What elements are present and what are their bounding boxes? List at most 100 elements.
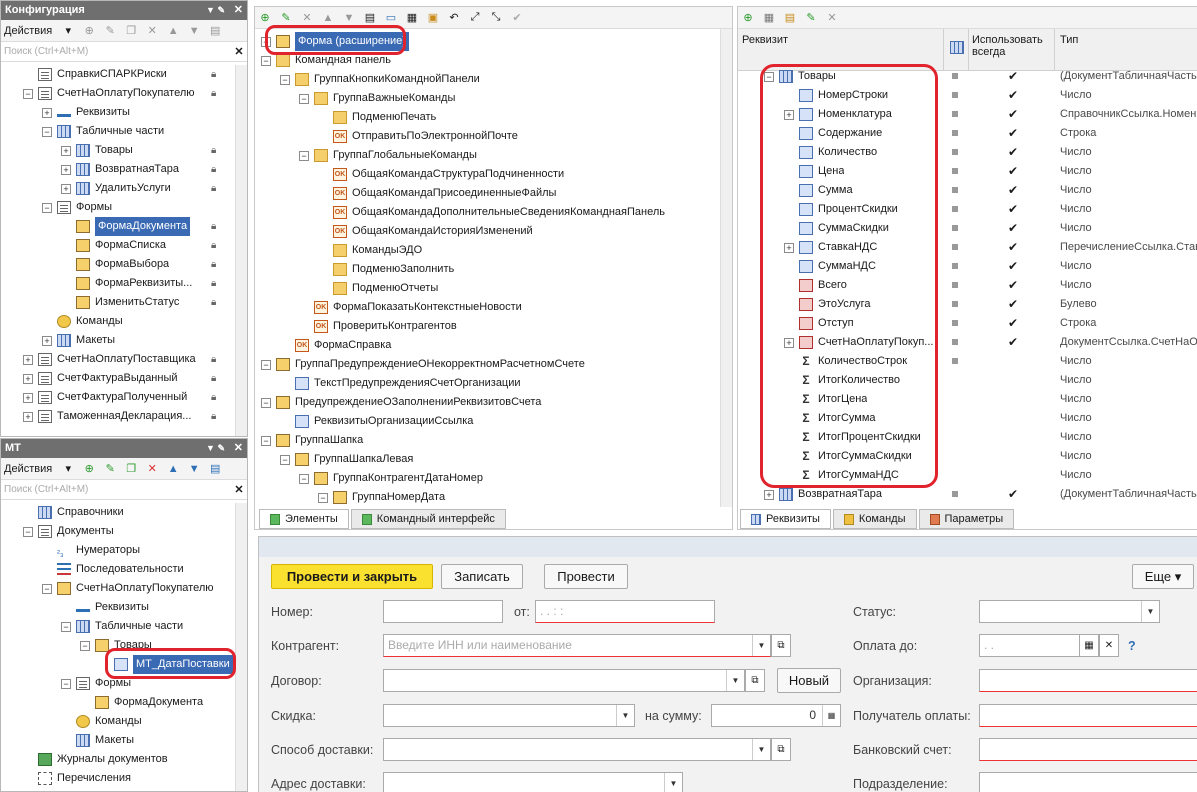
- tree-row[interactable]: Макеты: [23, 731, 233, 750]
- calculator-icon[interactable]: ▦: [822, 705, 840, 726]
- edit-icon[interactable]: ✎: [279, 11, 293, 25]
- collapse-icon[interactable]: −: [261, 397, 271, 408]
- tree-row[interactable]: ФормаСписка 🔒︎: [23, 236, 233, 255]
- collapse-icon[interactable]: −: [261, 359, 271, 370]
- collapse-icon[interactable]: −: [299, 150, 309, 161]
- tree-row[interactable]: − СчетНаОплатуПокупателю: [23, 579, 233, 598]
- chevron-down-icon[interactable]: ▼: [664, 773, 682, 792]
- collapse-icon[interactable]: −: [42, 202, 52, 213]
- scrollbar[interactable]: [235, 65, 247, 436]
- expand-icon[interactable]: +: [61, 183, 71, 194]
- expand-icon[interactable]: +: [784, 109, 794, 120]
- resize-icon[interactable]: ⤢: [468, 11, 482, 25]
- post-button[interactable]: Провести: [544, 564, 628, 589]
- pin-icon[interactable]: ▼ ✎: [206, 439, 225, 458]
- use-always-checkbox[interactable]: ✔: [1008, 105, 1018, 124]
- expand-icon[interactable]: +: [61, 164, 71, 175]
- tree-row[interactable]: − ГруппаПредупреждениеОНекорректномРасчет…: [261, 355, 721, 374]
- tree-row[interactable]: − ГруппаШапкаЛевая: [261, 450, 721, 469]
- dogovor-input[interactable]: ▼: [383, 669, 745, 692]
- tree-row[interactable]: Цена ✔ Число: [738, 162, 1197, 181]
- tree-row[interactable]: − ГруппаШапка: [261, 431, 721, 450]
- expand-icon[interactable]: +: [61, 145, 71, 156]
- actions-menu[interactable]: Действия: [4, 25, 52, 37]
- clear-icon[interactable]: ✕: [1099, 634, 1119, 657]
- edit-icon[interactable]: ✎: [103, 462, 117, 476]
- column-name-header[interactable]: Реквизит: [742, 34, 788, 46]
- close-icon[interactable]: ✕: [234, 1, 243, 20]
- help-icon[interactable]: ?: [1128, 639, 1136, 653]
- use-always-checkbox[interactable]: ✔: [1008, 485, 1018, 504]
- collapse-icon[interactable]: −: [299, 93, 309, 104]
- tree-row[interactable]: ФормаРеквизиты... 🔒︎: [23, 274, 233, 293]
- date-input[interactable]: . . : :: [535, 600, 715, 623]
- use-always-checkbox[interactable]: ✔: [1008, 162, 1018, 181]
- tree-row[interactable]: СуммаНДС ✔ Число: [738, 257, 1197, 276]
- tree-row[interactable]: − ГруппаНомерДата: [261, 488, 721, 507]
- tree-row[interactable]: − Документы: [23, 522, 233, 541]
- scrollbar[interactable]: [235, 503, 247, 791]
- use-always-checkbox[interactable]: ✔: [1008, 314, 1018, 333]
- skidka-input[interactable]: ▼: [383, 704, 635, 727]
- scrollbar[interactable]: [720, 29, 732, 507]
- tab-commands[interactable]: Команды: [832, 509, 917, 529]
- collapse-icon[interactable]: −: [299, 473, 309, 484]
- collapse-icon[interactable]: −: [280, 454, 290, 465]
- post-and-close-button[interactable]: Провести и закрыть: [271, 564, 433, 589]
- tree-row[interactable]: − Товары ✔ (ДокументТабличнаяЧасть: [738, 67, 1197, 86]
- tree-row[interactable]: + СчетФактураПолученный 🔒︎: [23, 388, 233, 407]
- tree-row[interactable]: Справочники: [23, 503, 233, 522]
- bank-input[interactable]: [979, 738, 1197, 761]
- tree-row[interactable]: OK ОбщаяКомандаСтруктураПодчиненности: [261, 165, 721, 184]
- delete-icon[interactable]: ✕: [145, 462, 159, 476]
- tree-row[interactable]: + ВозвратнаяТара ✔ (ДокументТабличнаяЧасть: [738, 485, 1197, 504]
- expand-icon[interactable]: +: [23, 411, 33, 422]
- actions-menu[interactable]: Действия: [4, 463, 52, 475]
- tree-row[interactable]: − Формы: [23, 674, 233, 693]
- tree-row[interactable]: − ГруппаВажныеКоманды: [261, 89, 721, 108]
- close-icon[interactable]: ✕: [234, 439, 243, 458]
- tree-row[interactable]: Команды: [23, 312, 233, 331]
- poluchatel-input[interactable]: [979, 704, 1197, 727]
- tree-row[interactable]: + Номенклатура ✔ СправочникСсылка.Номен: [738, 105, 1197, 124]
- collapse-icon[interactable]: −: [261, 55, 271, 66]
- tree-row[interactable]: − СчетНаОплатуПокупателю 🔒︎: [23, 84, 233, 103]
- adres-input[interactable]: ▼: [383, 772, 683, 792]
- org-input[interactable]: [979, 669, 1197, 692]
- tree-row[interactable]: ПодменюОтчеты: [261, 279, 721, 298]
- tree-row[interactable]: − ПредупреждениеОЗаполненииРеквизитовСчет…: [261, 393, 721, 412]
- tree-row[interactable]: − Формы: [23, 198, 233, 217]
- tree-row[interactable]: ПроцентСкидки ✔ Число: [738, 200, 1197, 219]
- tree-row[interactable]: − ГруппаГлобальныеКоманды: [261, 146, 721, 165]
- use-always-checkbox[interactable]: ✔: [1008, 219, 1018, 238]
- tree-row[interactable]: Команды: [23, 712, 233, 731]
- display-icon[interactable]: ▭: [384, 11, 398, 25]
- tab-attributes[interactable]: Реквизиты: [740, 509, 831, 529]
- more-button[interactable]: Еще ▾: [1132, 564, 1194, 589]
- tree-row[interactable]: ФормаДокумента: [23, 693, 233, 712]
- chevron-down-icon[interactable]: ▼: [752, 635, 770, 656]
- chevron-down-icon[interactable]: ▼: [1141, 601, 1159, 622]
- sposob-input[interactable]: ▼: [383, 738, 771, 761]
- collapse-icon[interactable]: −: [23, 526, 33, 537]
- new-button[interactable]: Новый: [777, 668, 841, 693]
- tree-row[interactable]: СуммаСкидки ✔ Число: [738, 219, 1197, 238]
- move-down-icon[interactable]: ▼: [187, 24, 201, 38]
- column-use-header[interactable]: Использовать всегда: [972, 34, 1052, 58]
- tree-row[interactable]: Σ ИтогСумма Число: [738, 409, 1197, 428]
- move-up-icon[interactable]: ▲: [166, 462, 180, 476]
- layout-icon[interactable]: ▦: [405, 11, 419, 25]
- tree-row[interactable]: + ВозвратнаяТара 🔒︎: [23, 160, 233, 179]
- collapse-icon[interactable]: −: [42, 583, 52, 594]
- move-down-icon[interactable]: ▼: [342, 11, 356, 25]
- podrazd-input[interactable]: [979, 772, 1197, 792]
- use-always-checkbox[interactable]: ✔: [1008, 67, 1018, 86]
- delete-icon[interactable]: ✕: [825, 11, 839, 25]
- use-always-checkbox[interactable]: ✔: [1008, 124, 1018, 143]
- use-always-checkbox[interactable]: ✔: [1008, 333, 1018, 352]
- tree-row[interactable]: − ГруппаКонтрагентДатаНомер: [261, 469, 721, 488]
- expand-icon[interactable]: ⤡: [489, 11, 503, 25]
- tree-row[interactable]: + УдалитьУслуги 🔒︎: [23, 179, 233, 198]
- tab-command-interface[interactable]: Командный интерфейс: [350, 509, 506, 529]
- collapse-icon[interactable]: −: [261, 435, 271, 446]
